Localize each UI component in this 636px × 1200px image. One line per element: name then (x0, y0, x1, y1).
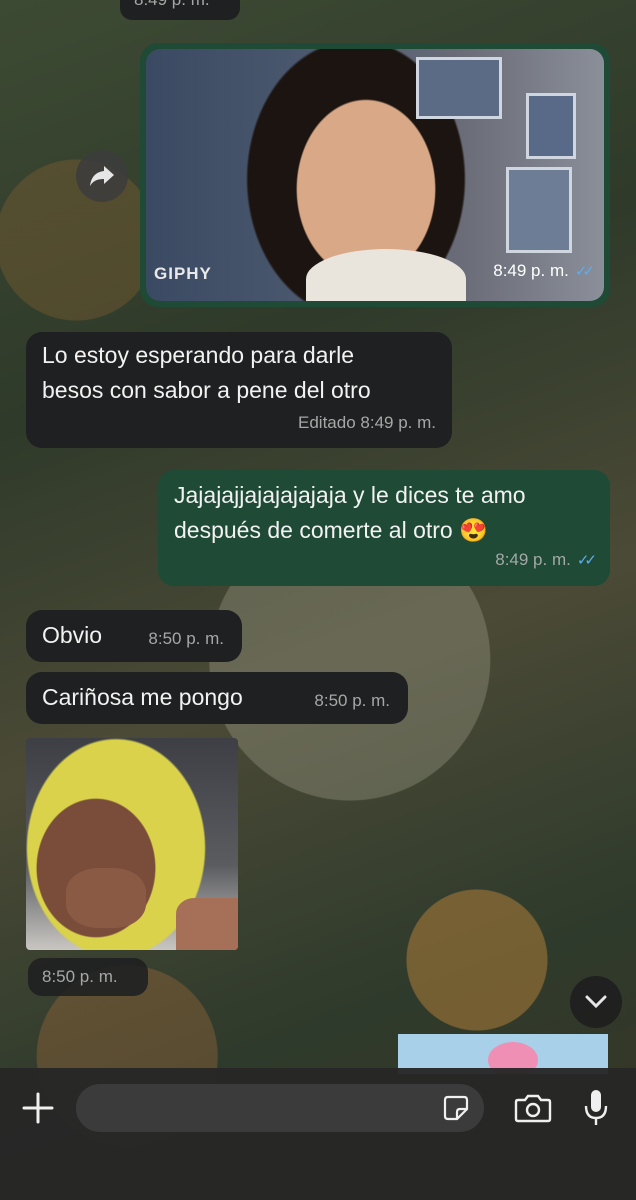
message-time-text: 8:49 p. m. (495, 550, 571, 569)
gif-dress (306, 249, 466, 301)
gif-frame-1 (416, 57, 502, 119)
forward-icon (90, 166, 114, 186)
incoming-message[interactable]: Obvio 8:50 p. m. (26, 610, 242, 662)
outgoing-message[interactable]: Jajajajjajajajajaja y le dices te amo de… (158, 470, 610, 586)
message-time: 8:50 p. m. (314, 691, 390, 710)
gif-frame-3 (506, 167, 572, 253)
message-edited-time: Editado 8:49 p. m. (298, 413, 436, 432)
sticker-hands (66, 868, 146, 928)
camera-icon (514, 1094, 552, 1123)
read-ticks-icon: ✓✓ (574, 263, 595, 280)
input-bar (0, 1068, 636, 1200)
plus-icon (22, 1092, 54, 1124)
partial-message-bubble[interactable]: 8:49 p. m. (120, 0, 240, 20)
read-ticks-icon: ✓✓ (576, 552, 597, 569)
gif-message[interactable]: GIPHY 8:49 p. m. ✓✓ (140, 43, 610, 307)
message-text: Cariñosa me pongo (42, 684, 243, 710)
message-input-field[interactable] (92, 1092, 416, 1126)
microphone-button[interactable] (576, 1084, 616, 1132)
gif-frame-2 (526, 93, 576, 159)
message-line: besos con sabor a pene del otro (42, 377, 371, 403)
incoming-message[interactable]: Lo estoy esperando para darle besos con … (26, 332, 452, 448)
message-input[interactable] (76, 1084, 484, 1132)
attach-button[interactable] (16, 1086, 60, 1130)
message-text: Obvio (42, 622, 103, 648)
scroll-down-icon (585, 995, 607, 1009)
camera-button[interactable] (510, 1088, 556, 1128)
sticker-shoulder (176, 898, 238, 950)
message-time: 8:49 p. m. ✓✓ (495, 542, 597, 578)
sticker-time-pill: 8:50 p. m. (28, 958, 148, 996)
gif-image[interactable]: GIPHY 8:49 p. m. ✓✓ (146, 49, 604, 301)
incoming-message[interactable]: Cariñosa me pongo 8:50 p. m. (26, 672, 408, 724)
sticker-button[interactable] (442, 1094, 470, 1122)
forward-button[interactable] (76, 150, 128, 202)
message-line: Jajajajjajajajajaja y le dices te amo (174, 482, 526, 508)
scroll-down-button[interactable] (570, 976, 622, 1028)
message-time: 8:49 p. m. (134, 0, 210, 10)
gif-time: 8:49 p. m. ✓✓ (493, 253, 595, 289)
giphy-logo: GIPHY (154, 264, 212, 283)
gif-time-text: 8:49 p. m. (493, 261, 569, 280)
message-time: 8:50 p. m. (148, 629, 224, 648)
sticker-time: 8:50 p. m. (42, 967, 118, 986)
sticker-image[interactable] (26, 738, 238, 950)
microphone-icon (584, 1090, 608, 1125)
sticker-icon (443, 1095, 469, 1121)
message-line: Lo estoy esperando para darle (42, 342, 354, 368)
